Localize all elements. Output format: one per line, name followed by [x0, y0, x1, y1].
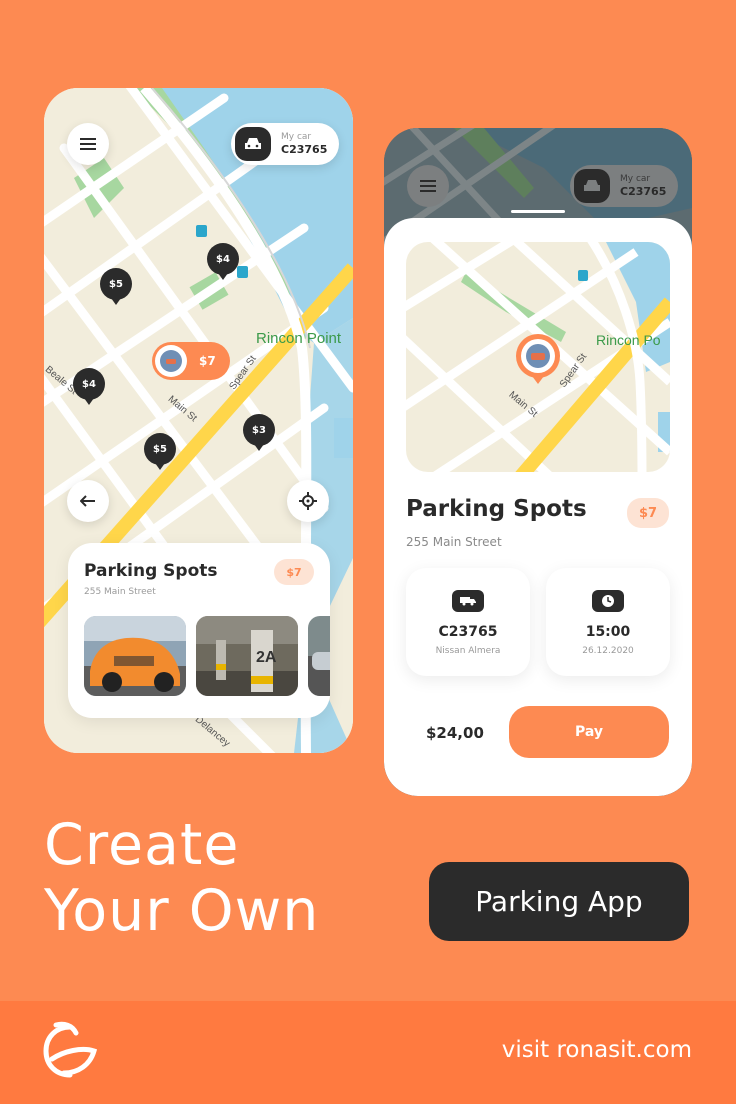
- parking-card[interactable]: Parking Spots 255 Main Street $7 2A: [68, 543, 330, 718]
- parking-pin[interactable]: $4: [73, 368, 105, 405]
- map-label-place: Rincon Point: [256, 330, 342, 347]
- ronas-logo-icon: [43, 1021, 98, 1078]
- back-button[interactable]: [67, 480, 109, 522]
- footer-url[interactable]: visit ronasit.com: [502, 1037, 692, 1063]
- time-card[interactable]: 15:00 26.12.2020: [546, 568, 670, 676]
- sheet-title: Parking Spots: [406, 496, 587, 522]
- price-badge: $7: [274, 559, 314, 585]
- parking-pin[interactable]: $5: [100, 268, 132, 305]
- total-price: $24,00: [426, 724, 484, 742]
- time-value: 15:00: [585, 624, 631, 640]
- time-date: 26.12.2020: [582, 646, 634, 656]
- car-icon: [166, 359, 176, 364]
- locate-button[interactable]: [287, 480, 329, 522]
- hamburger-icon: [80, 138, 96, 150]
- clock-icon: [592, 590, 624, 612]
- parking-pin[interactable]: $4: [207, 243, 239, 280]
- selected-pin-price: $7: [199, 354, 216, 368]
- parking-pin[interactable]: $3: [243, 414, 275, 451]
- map-label-place: Rincon Po: [596, 332, 661, 348]
- my-car-plate: C23765: [620, 184, 667, 198]
- crosshair-icon: [299, 492, 317, 510]
- card-title: Parking Spots: [84, 561, 218, 581]
- vehicle-plate: C23765: [438, 624, 498, 640]
- footer: visit ronasit.com: [0, 1001, 736, 1104]
- bottom-sheet: Rincon Po Spear St Main St Parking Spots…: [384, 210, 692, 796]
- arrow-left-icon: [80, 495, 95, 507]
- menu-button[interactable]: [407, 165, 449, 207]
- parking-pin[interactable]: $5: [144, 433, 176, 470]
- my-car-chip[interactable]: My car C23765: [570, 165, 679, 207]
- sheet-handle[interactable]: [511, 210, 565, 213]
- location-map[interactable]: Rincon Po Spear St Main St: [406, 242, 670, 472]
- headline: Create Your Own: [44, 812, 319, 944]
- car-icon: [235, 127, 271, 161]
- my-car-chip[interactable]: My car C23765: [231, 123, 340, 165]
- vehicle-model: Nissan Almera: [435, 646, 501, 656]
- phone-checkout-screen: My car C23765 Rincon Po Spear St Main St…: [384, 128, 692, 796]
- car-icon: [574, 169, 610, 203]
- headline-line-1: Create: [44, 812, 240, 878]
- parking-photo[interactable]: [308, 616, 330, 696]
- parking-photo[interactable]: 2A: [196, 616, 298, 696]
- menu-button[interactable]: [67, 123, 109, 165]
- card-address: 255 Main Street: [84, 587, 156, 597]
- my-car-label: My car: [281, 131, 312, 142]
- svg-text:2A: 2A: [256, 649, 277, 666]
- phone-map-screen: Rincon Point Spear St Main St Beale St D…: [44, 88, 353, 753]
- hamburger-icon: [420, 180, 436, 192]
- car-avatar: [155, 345, 187, 377]
- price-badge: $7: [627, 498, 669, 528]
- my-car-plate: C23765: [281, 142, 328, 156]
- truck-icon: [452, 590, 484, 612]
- my-car-label: My car: [620, 173, 651, 184]
- headline-line-2: Your Own: [44, 878, 320, 944]
- vehicle-card[interactable]: C23765 Nissan Almera: [406, 568, 530, 676]
- sheet-address: 255 Main Street: [406, 535, 502, 549]
- selected-parking-pin[interactable]: $7: [152, 342, 230, 380]
- parking-app-button[interactable]: Parking App: [429, 862, 689, 941]
- pay-button[interactable]: Pay: [509, 706, 669, 758]
- parking-photo[interactable]: [84, 616, 186, 696]
